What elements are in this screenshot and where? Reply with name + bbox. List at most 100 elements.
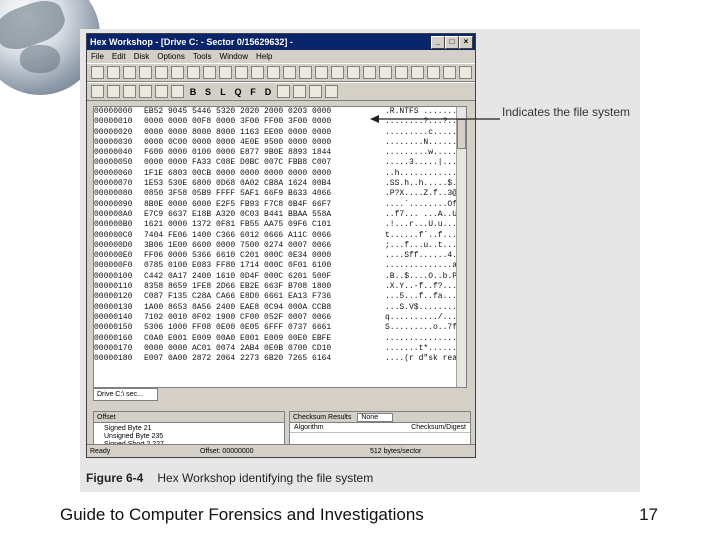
menu-file[interactable]: File <box>91 52 104 61</box>
menu-window[interactable]: Window <box>220 52 248 61</box>
hex-bytes[interactable]: 7102 0010 0F02 1900 CF00 052F 0007 0066 <box>144 313 385 323</box>
hex-bytes[interactable]: E007 0A00 2872 2064 2273 6B20 7265 6164 <box>144 354 385 364</box>
toolbar-icon[interactable] <box>107 85 120 98</box>
format-button-s[interactable]: S <box>202 87 214 97</box>
hex-bytes[interactable]: 0000 0000 AC01 0074 2AB4 0E0B 0700 CD10 <box>144 344 385 354</box>
toolbar-icon[interactable] <box>395 66 408 79</box>
hex-bytes[interactable]: FF06 0000 5366 6610 C201 000C 0E34 0000 <box>144 251 385 261</box>
hex-bytes[interactable]: 1F1E 6803 00CB 0000 0000 0000 0000 0000 <box>144 169 385 179</box>
algorithm-select[interactable]: None <box>357 412 394 422</box>
hex-bytes[interactable]: 8B0E 0000 6000 E2F5 FB93 F7C8 0B4F 66F7 <box>144 200 385 210</box>
hex-bytes[interactable]: 0000 0000 FA33 C08E D0BC 007C FBB8 C007 <box>144 158 385 168</box>
menu-disk[interactable]: Disk <box>134 52 150 61</box>
toolbar-icon[interactable] <box>91 85 104 98</box>
hex-bytes[interactable]: 1621 0000 1372 0F81 FB55 AA75 09F6 C101 <box>144 220 385 230</box>
toolbar-icon[interactable] <box>187 66 200 79</box>
hex-ascii[interactable]: .P?X....Z.f..3@f <box>385 189 465 199</box>
hex-ascii[interactable]: .......t*....... <box>385 344 465 354</box>
menu-options[interactable]: Options <box>157 52 185 61</box>
toolbar-icon[interactable] <box>123 85 136 98</box>
toolbar-icon[interactable] <box>171 85 184 98</box>
toolbar-icon[interactable] <box>235 66 248 79</box>
hex-bytes[interactable]: 0000 0000 00F8 0000 3F00 FF00 3F00 0000 <box>144 117 385 127</box>
toolbar-icon[interactable] <box>203 66 216 79</box>
format-button-d[interactable]: D <box>262 87 274 97</box>
toolbar-icon[interactable] <box>309 85 322 98</box>
toolbar-icon[interactable] <box>123 66 136 79</box>
minimize-button[interactable]: _ <box>431 36 445 49</box>
hex-bytes[interactable]: 0850 3F58 05B9 FFFF 5AF1 66F9 B633 4066 <box>144 189 385 199</box>
hex-ascii[interactable]: ;...f...u..t...f <box>385 241 465 251</box>
toolbar-icon[interactable] <box>219 66 232 79</box>
hex-bytes[interactable]: 5306 1000 FF08 0E00 0E05 6FFF 0737 6661 <box>144 323 385 333</box>
toolbar-icon[interactable] <box>277 85 290 98</box>
format-button-b[interactable]: B <box>187 87 199 97</box>
toolbar-icon[interactable] <box>315 66 328 79</box>
toolbar-icon[interactable] <box>459 66 472 79</box>
toolbar-icon[interactable] <box>155 66 168 79</box>
hex-bytes[interactable]: 0785 0100 E083 FF80 1714 000C 0F01 6100 <box>144 261 385 271</box>
hex-ascii[interactable]: S.........o..7fa <box>385 323 465 333</box>
toolbar-icon[interactable] <box>171 66 184 79</box>
toolbar-icon[interactable] <box>139 85 152 98</box>
vertical-scrollbar[interactable] <box>456 107 466 387</box>
hex-ascii[interactable]: .B..$....O..b.P. <box>385 272 465 282</box>
hex-bytes[interactable]: 0000 0C00 0000 0000 4E0E 9500 0000 0000 <box>144 138 385 148</box>
hex-ascii[interactable]: .SS.h..h.....$.. <box>385 179 465 189</box>
hex-ascii[interactable]: .....3.....|.... <box>385 158 465 168</box>
hex-bytes[interactable]: 1A00 8653 8A56 2400 EAE8 0C94 000A CCB8 <box>144 303 385 313</box>
toolbar-icon[interactable] <box>283 66 296 79</box>
hex-bytes[interactable]: 7404 FE06 1400 C366 6012 0666 A11C 0066 <box>144 231 385 241</box>
toolbar-icon[interactable] <box>347 66 360 79</box>
hex-ascii[interactable]: ..h............. <box>385 169 465 179</box>
close-button[interactable]: × <box>459 36 473 49</box>
menu-edit[interactable]: Edit <box>112 52 126 61</box>
format-button-q[interactable]: Q <box>232 87 244 97</box>
format-button-l[interactable]: L <box>217 87 229 97</box>
hex-ascii[interactable]: ..............a. <box>385 261 465 271</box>
toolbar-icon[interactable] <box>427 66 440 79</box>
menu-help[interactable]: Help <box>256 52 272 61</box>
toolbar-icon[interactable] <box>411 66 424 79</box>
toolbar-icon[interactable] <box>331 66 344 79</box>
toolbar-icon[interactable] <box>379 66 392 79</box>
toolbar-icon[interactable] <box>443 66 456 79</box>
hex-bytes[interactable]: 1E53 530E 6800 0D68 0A02 CB8A 1624 00B4 <box>144 179 385 189</box>
toolbar-icon[interactable] <box>91 66 104 79</box>
hex-bytes[interactable]: C442 0A17 2400 1610 0D4F 000C 6201 500F <box>144 272 385 282</box>
maximize-button[interactable]: □ <box>445 36 459 49</box>
drive-tab[interactable]: Drive C:\ sec... <box>93 388 158 401</box>
hex-bytes[interactable]: E7C9 6637 E18B A320 0C03 B441 BBAA 558A <box>144 210 385 220</box>
toolbar-icon[interactable] <box>107 66 120 79</box>
hex-ascii[interactable]: ....`........Of. <box>385 200 465 210</box>
hex-bytes[interactable]: 0000 0000 8000 8000 1163 EE00 0000 0000 <box>144 128 385 138</box>
hex-ascii[interactable]: q........../...f <box>385 313 465 323</box>
hex-ascii[interactable]: t......f`..f...f <box>385 231 465 241</box>
hex-ascii[interactable]: .........c...... <box>385 128 465 138</box>
toolbar-icon[interactable] <box>251 66 264 79</box>
format-button-f[interactable]: F <box>247 87 259 97</box>
hex-ascii[interactable]: ...S.V$......... <box>385 303 465 313</box>
hex-ascii[interactable]: ..f7... ...A..U. <box>385 210 465 220</box>
toolbar-icon[interactable] <box>363 66 376 79</box>
hex-ascii[interactable]: ...5...f..fa...6 <box>385 292 465 302</box>
hex-ascii[interactable]: ........N....... <box>385 138 465 148</box>
toolbar-icon[interactable] <box>155 85 168 98</box>
toolbar-icon[interactable] <box>299 66 312 79</box>
hex-bytes[interactable]: 3B06 1E00 6600 0000 7500 0274 0007 0066 <box>144 241 385 251</box>
toolbar-icon[interactable] <box>139 66 152 79</box>
hex-ascii[interactable]: .!...r...U.u.... <box>385 220 465 230</box>
menu-tools[interactable]: Tools <box>193 52 212 61</box>
hex-bytes[interactable]: EB52 9045 5446 5320 2020 2000 0203 0000 <box>144 107 385 117</box>
toolbar-icon[interactable] <box>267 66 280 79</box>
hex-ascii[interactable]: ....(r d"sk read <box>385 354 465 364</box>
hex-ascii[interactable]: .X.Y..-f..f?.... <box>385 282 465 292</box>
hex-bytes[interactable]: 8358 8659 1FE8 2D66 EB2E 663F B708 1800 <box>144 282 385 292</box>
hex-ascii[interactable]: .........w.....D <box>385 148 465 158</box>
hex-bytes[interactable]: F600 0000 0100 0000 E877 9B0E 8893 1844 <box>144 148 385 158</box>
hex-bytes[interactable]: C0A0 E001 E009 00A0 E001 E009 00E0 EBFE <box>144 334 385 344</box>
hex-bytes[interactable]: C087 F135 C28A CA66 E8D0 6661 EA13 F736 <box>144 292 385 302</box>
toolbar-icon[interactable] <box>293 85 306 98</box>
hex-ascii[interactable]: ................ <box>385 334 465 344</box>
hex-editor-pane[interactable]: 00000000 EB52 9045 5446 5320 2020 2000 02… <box>93 106 467 388</box>
